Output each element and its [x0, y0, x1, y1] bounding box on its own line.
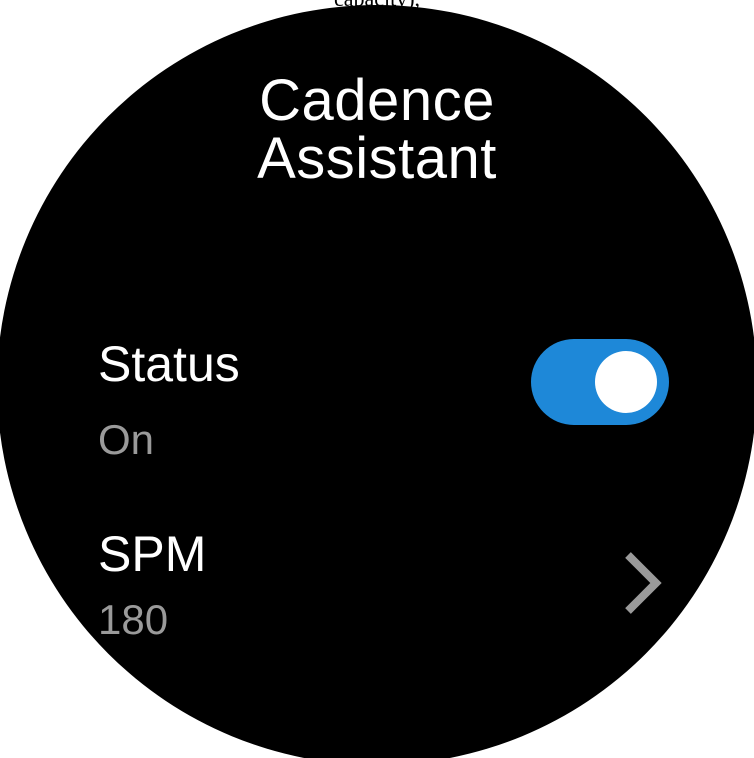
page-title: Cadence Assistant — [0, 72, 754, 188]
title-line-1: Cadence — [259, 68, 495, 133]
watch-screen: Cadence Assistant Status On SPM 180 — [0, 5, 754, 758]
spm-value: 180 — [98, 596, 169, 643]
title-line-2: Assistant — [257, 126, 497, 191]
status-value: On — [98, 416, 155, 463]
status-toggle[interactable] — [531, 339, 669, 425]
chevron-right-icon[interactable] — [618, 547, 666, 619]
status-label: Status — [98, 336, 240, 392]
toggle-knob — [595, 351, 657, 413]
spm-label: SPM — [98, 526, 207, 582]
